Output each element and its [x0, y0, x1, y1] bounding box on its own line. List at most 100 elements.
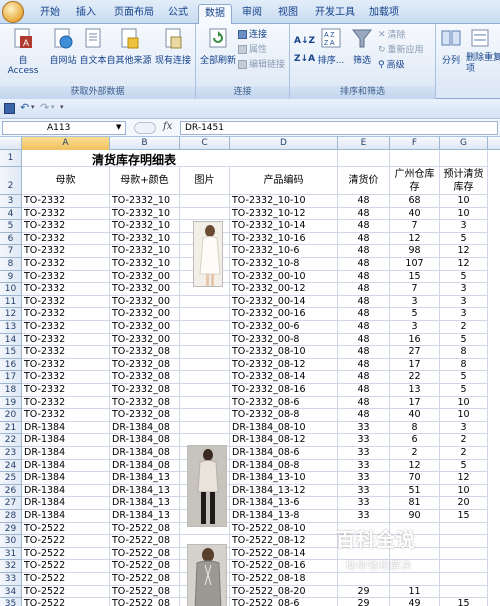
customize-qat-icon[interactable]: ▾ [60, 103, 64, 111]
cell-expected-stock[interactable]: 12 [440, 472, 488, 485]
cell-mother-color[interactable]: TO-2332_10 [110, 195, 180, 208]
product-photo-3[interactable] [187, 544, 227, 606]
cell-product-code[interactable]: TO-2332_00-10 [230, 270, 338, 284]
header-cell-image[interactable]: 图片 [180, 167, 230, 195]
tab-formulas[interactable]: 公式 [164, 4, 192, 24]
header-cell-mother-color[interactable]: 母款+颜色 [110, 167, 180, 195]
cell-clearance-price[interactable]: 48 [338, 232, 390, 246]
cell-clearance-price[interactable]: 48 [338, 384, 390, 397]
row-header[interactable]: 10 [0, 283, 22, 296]
from-access-button[interactable]: A 自 Access [3, 27, 43, 76]
remove-duplicates-button[interactable]: 删除重复项 [466, 27, 500, 75]
tab-insert[interactable]: 插入 [72, 4, 100, 24]
cell-expected-stock[interactable]: 3 [440, 421, 488, 435]
cell-clearance-price[interactable]: 48 [338, 220, 390, 233]
cell-gz-stock[interactable]: 40 [390, 207, 440, 221]
cell-gz-stock[interactable]: 5 [390, 308, 440, 321]
cell-mother[interactable]: TO-2332 [22, 409, 110, 422]
cell-expected-stock[interactable]: 3 [440, 308, 488, 321]
formula-input[interactable]: DR-1451 [180, 121, 498, 135]
cell-gz-stock[interactable]: 15 [390, 270, 440, 284]
cell-mother-color[interactable]: TO-2332_10 [110, 220, 180, 233]
cell-mother[interactable]: TO-2522 [22, 547, 110, 561]
cell-mother-color[interactable]: TO-2332_08 [110, 409, 180, 422]
cell-image[interactable] [180, 333, 230, 347]
cell-mother-color[interactable]: TO-2522_08 [110, 598, 180, 606]
cell-expected-stock[interactable]: 5 [440, 270, 488, 284]
cell-mother-color[interactable]: TO-2332_10 [110, 207, 180, 221]
cell-expected-stock[interactable]: 5 [440, 232, 488, 246]
cell-mother-color[interactable]: DR-1384_13 [110, 510, 180, 523]
cell-clearance-price[interactable]: 48 [338, 371, 390, 384]
cell-mother-color[interactable]: TO-2332_00 [110, 321, 180, 334]
row-header[interactable]: 6 [0, 232, 22, 246]
column-header-c[interactable]: C [180, 137, 230, 150]
cell-expected-stock[interactable]: 5 [440, 459, 488, 473]
row-header[interactable]: 18 [0, 384, 22, 397]
cell-product-code[interactable]: TO-2332_10-6 [230, 245, 338, 258]
cell-product-code[interactable]: DR-1384_13-6 [230, 497, 338, 510]
cell-product-code[interactable]: DR-1384_08-10 [230, 421, 338, 435]
select-all-corner[interactable] [0, 137, 22, 150]
row-header[interactable]: 16 [0, 358, 22, 372]
column-header-e[interactable]: E [338, 137, 390, 150]
table-cell[interactable] [338, 150, 390, 167]
reapply-button[interactable]: ↻ 重新应用 [378, 43, 424, 57]
cell-mother-color[interactable]: DR-1384_08 [110, 447, 180, 460]
cell-clearance-price[interactable]: 48 [338, 346, 390, 359]
cell-image[interactable] [180, 384, 230, 397]
cell-mother[interactable]: TO-2332 [22, 283, 110, 296]
cell-product-code[interactable]: TO-2332_08-10 [230, 346, 338, 359]
cell-gz-stock[interactable]: 90 [390, 510, 440, 523]
cell-mother[interactable]: TO-2332 [22, 308, 110, 321]
row-header[interactable]: 7 [0, 245, 22, 258]
cell-product-code[interactable]: TO-2332_10-8 [230, 258, 338, 271]
office-button[interactable] [2, 1, 24, 23]
cell-mother[interactable]: TO-2332 [22, 207, 110, 221]
header-cell-mother[interactable]: 母款 [22, 167, 110, 195]
cell-image[interactable] [180, 308, 230, 321]
cell-mother[interactable]: TO-2332 [22, 220, 110, 233]
cell-image[interactable] [180, 409, 230, 422]
row-header[interactable]: 32 [0, 560, 22, 573]
cell-image[interactable] [180, 195, 230, 208]
cell-expected-stock[interactable]: 12 [440, 245, 488, 258]
from-text-button[interactable]: 自文本 [78, 27, 108, 66]
cell-mother-color[interactable]: TO-2332_00 [110, 295, 180, 309]
cell-mother[interactable]: TO-2332 [22, 321, 110, 334]
cell-clearance-price[interactable]: 48 [338, 283, 390, 296]
row-header[interactable]: 31 [0, 547, 22, 561]
cell-mother[interactable]: TO-2522 [22, 522, 110, 536]
row-header[interactable]: 19 [0, 396, 22, 410]
name-box-dropdown-icon[interactable]: ▼ [116, 123, 121, 131]
row-header[interactable]: 9 [0, 270, 22, 284]
cell-gz-stock[interactable]: 49 [390, 598, 440, 606]
row-header[interactable]: 23 [0, 447, 22, 460]
cell-mother[interactable]: DR-1384 [22, 497, 110, 510]
from-other-sources-button[interactable]: 自其他来源 [106, 27, 152, 66]
cell-mother-color[interactable]: TO-2332_00 [110, 283, 180, 296]
cell-product-code[interactable]: TO-2332_08-16 [230, 384, 338, 397]
cell-product-code[interactable]: DR-1384_13-10 [230, 472, 338, 485]
tab-addins[interactable]: 加载项 [366, 4, 402, 24]
cell-mother-color[interactable]: TO-2332_10 [110, 232, 180, 246]
cell-mother-color[interactable]: TO-2332_08 [110, 358, 180, 372]
text-to-columns-button[interactable]: 分列 [438, 27, 464, 66]
row-header[interactable]: 2 [0, 167, 22, 195]
cell-clearance-price[interactable]: 48 [338, 396, 390, 410]
redo-icon[interactable]: ↷ [40, 101, 49, 114]
cell-clearance-price[interactable]: 48 [338, 245, 390, 258]
product-photo-2[interactable] [187, 445, 227, 527]
connections-button[interactable]: 连接 [238, 28, 267, 42]
cell-image[interactable] [180, 321, 230, 334]
cell-mother-color[interactable]: TO-2332_00 [110, 308, 180, 321]
sort-button[interactable]: A ZZ A 排序... [316, 27, 346, 66]
cell-gz-stock[interactable]: 16 [390, 333, 440, 347]
cell-gz-stock[interactable]: 7 [390, 283, 440, 296]
row-header[interactable]: 22 [0, 434, 22, 447]
tab-home[interactable]: 开始 [36, 4, 64, 24]
cell-product-code[interactable]: TO-2332_10-10 [230, 195, 338, 208]
row-header[interactable]: 26 [0, 484, 22, 498]
cell-expected-stock[interactable]: 3 [440, 220, 488, 233]
cell-mother-color[interactable]: DR-1384_08 [110, 421, 180, 435]
